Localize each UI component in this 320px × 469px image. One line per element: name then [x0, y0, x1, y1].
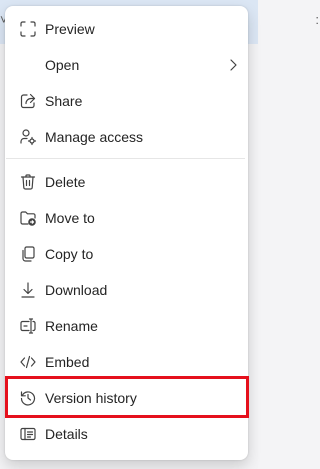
menu-item-label: Embed [45, 354, 90, 370]
menu-item-label: Manage access [45, 129, 144, 145]
move-to-icon [19, 209, 37, 227]
details-icon [19, 425, 37, 443]
menu-item-download[interactable]: Download [5, 272, 248, 308]
rename-icon [19, 317, 37, 335]
preview-icon [19, 20, 37, 38]
menu-divider [6, 158, 245, 159]
menu-item-move-to[interactable]: Move to [5, 200, 248, 236]
menu-item-label: Share [45, 93, 83, 109]
menu-item-copy-to[interactable]: Copy to [5, 236, 248, 272]
menu-item-share[interactable]: Share [5, 83, 248, 119]
background-partial-text: : [315, 12, 319, 27]
share-icon [19, 92, 37, 110]
copy-to-icon [19, 245, 37, 263]
menu-item-label: Details [45, 426, 88, 442]
menu-item-label: Download [45, 282, 108, 298]
menu-item-label: Move to [45, 210, 95, 226]
delete-icon [19, 173, 37, 191]
menu-item-label: Preview [45, 21, 95, 37]
context-menu: Preview Open Share Manage access Delete … [5, 6, 249, 460]
menu-item-label: Copy to [45, 246, 94, 262]
menu-item-embed[interactable]: Embed [5, 344, 248, 380]
menu-item-open[interactable]: Open [5, 47, 248, 83]
menu-item-label: Rename [45, 318, 98, 334]
version-history-icon [19, 389, 37, 407]
menu-item-preview[interactable]: Preview [5, 11, 248, 47]
menu-item-version-history[interactable]: Version history [5, 380, 248, 416]
manage-access-icon [19, 128, 37, 146]
menu-item-details[interactable]: Details [5, 416, 248, 452]
embed-icon [19, 353, 37, 371]
menu-item-label: Open [45, 57, 80, 73]
menu-item-manage-access[interactable]: Manage access [5, 119, 248, 155]
chevron-right-icon [228, 58, 238, 72]
menu-item-label: Delete [45, 174, 86, 190]
menu-item-rename[interactable]: Rename [5, 308, 248, 344]
download-icon [19, 281, 37, 299]
menu-item-label: Version history [45, 390, 137, 406]
menu-item-delete[interactable]: Delete [5, 164, 248, 200]
